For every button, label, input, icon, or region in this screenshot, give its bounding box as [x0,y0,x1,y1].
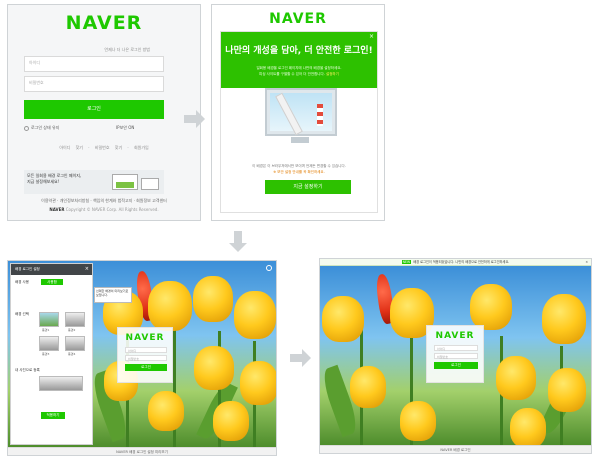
close-icon[interactable]: × [585,259,588,266]
background-thumb-1[interactable] [39,312,59,327]
account-links[interactable]: 아이디 찾기 · 비밀번호 찾기 · 회원가입 [8,145,200,151]
arrow-right-icon [290,349,311,367]
thumb-label-3: 풍경3 [42,352,50,356]
naver-logo: NAVER [125,333,165,343]
use-on-button[interactable]: 사용함 [41,279,63,285]
settings-icon[interactable] [266,265,272,271]
final-login-panel: NEW 배경 로그인이 적용되었습니다. 나만의 배경으로 안전하게 로그인하세… [319,258,592,454]
notice-bar: NEW 배경 로그인이 적용되었습니다. 나만의 배경으로 안전하게 로그인하세… [320,259,591,266]
popup-subtext-2: 피싱 사이트를 구별할 수 있어 더 안전합니다. 설정하기 [221,72,377,77]
close-icon[interactable]: × [369,33,374,40]
thumb-label-1: 풍경1 [42,328,50,332]
popup-warning: ※ 보안 설정 안내를 꼭 확인하세요. [273,170,325,174]
background-thumb-2[interactable] [65,312,85,327]
keep-login-label: 로그인 상태 유지 [31,125,60,130]
upload-photo-slot[interactable] [39,376,83,391]
thumb-label-2: 풍경2 [68,328,76,332]
banner-line2: 지금 설정해보세요! [27,179,60,184]
apply-button[interactable]: 적용하기 [41,412,65,419]
footer-copyright: NAVER Copyright © NAVER Corp. All Rights… [8,207,200,212]
banner-text: 모든 일회용 배경 로그인 페이지, 지금 설정해보세요! [27,173,81,185]
id-input[interactable]: 아이디 [24,56,164,72]
background-settings-panel: 배경 로그인 설정 × 배경 사용 사용함 배경 선택 풍경1 풍경2 풍경3 … [7,260,277,456]
setup-now-button[interactable]: 지금 설정하기 [265,180,351,194]
section-select-label: 배경 선택 [15,312,29,316]
thumb-label-4: 풍경4 [68,352,76,356]
naver-logo: NAVER [269,11,327,27]
monitor-illustration-icon [265,88,337,136]
footer-brand: NAVER [49,207,65,212]
status-bar: NAVER 배경 로그인 [320,445,591,453]
popup-subtext-1: 일회용 배경을 로그인 페이지에 나만의 배경을 설정하세요. [256,66,342,70]
background-login-banner[interactable]: 모든 일회용 배경 로그인 페이지, 지금 설정해보세요! [24,170,164,194]
tablet-illustration-icon [141,178,159,190]
promo-popup: × 나만의 개성을 담아, 더 안전한 로그인! 일회용 배경을 로그인 페이지… [220,31,378,213]
popup-setting-link[interactable]: 설정하기 [326,72,339,76]
naver-logo: NAVER [65,12,143,34]
popup-headline: 나만의 개성을 담아, 더 안전한 로그인! [225,46,373,56]
card-id-input[interactable]: 아이디 [125,347,167,353]
login-button[interactable]: 로그인 [24,100,164,119]
section-use-label: 배경 사용 [15,280,29,284]
login-card: NAVER 아이디 비밀번호 로그인 [117,327,173,383]
banner-line1: 모든 일회용 배경 로그인 페이지, [27,173,82,178]
keep-login-checkbox[interactable]: 로그인 상태 유지 [24,125,59,131]
arrow-right-icon [184,110,205,128]
checkbox-icon [24,125,29,131]
popup-header: × 나만의 개성을 담아, 더 안전한 로그인! 일회용 배경을 로그인 페이지… [221,32,377,88]
login-card: NAVER 아이디 비밀번호 로그인 [426,325,484,383]
footer-links[interactable]: 이용약관 · 개인정보처리방침 · 책임의 한계와 법적고지 · 회원정보 고객… [8,198,200,204]
popup-panel: NAVER × 나만의 개성을 담아, 더 안전한 로그인! 일회용 배경을 로… [211,4,385,221]
monitor-stand [291,137,309,143]
background-thumb-3[interactable] [39,336,59,351]
popup-note: 이 배경은 이 브라우저에서만 보이며 언제든 변경할 수 있습니다. [252,164,346,168]
background-thumb-4[interactable] [65,336,85,351]
preview-tooltip: 선택한 배경이 미리보기로 보입니다. [94,287,132,303]
status-bar: NAVER 배경 로그인 설정 미리보기 [8,447,276,455]
popup-subtext-2-text: 피싱 사이트를 구별할 수 있어 더 안전합니다. [259,72,325,76]
card-password-input[interactable]: 비밀번호 [125,355,167,361]
ip-security-toggle[interactable]: IP보안 ON [116,125,134,131]
close-icon[interactable]: × [85,266,89,272]
footer-copy-text: Copyright © NAVER Corp. All Rights Reser… [65,207,159,212]
settings-sidebar: 배경 로그인 설정 × 배경 사용 사용함 배경 선택 풍경1 풍경2 풍경3 … [10,263,93,445]
lighthouse-icon [317,104,323,126]
card-login-button[interactable]: 로그인 [434,362,478,369]
naver-logo: NAVER [435,331,475,341]
section-upload-label: 내 사진으로 등록 [15,368,40,372]
notice-text: 배경 로그인이 적용되었습니다. 나만의 배경으로 안전하게 로그인하세요. [413,260,510,264]
card-id-input[interactable]: 아이디 [434,345,478,351]
login-helper-link[interactable]: 언제나 더 나은 로그인 방법 [104,47,150,53]
password-input[interactable]: 비밀번호 [24,76,164,92]
card-login-button[interactable]: 로그인 [125,364,167,371]
new-badge: NEW [401,260,412,264]
card-password-input[interactable]: 비밀번호 [434,353,478,359]
arrow-down-icon [229,231,247,252]
monitor-illustration-icon [112,174,138,190]
sidebar-title: 배경 로그인 설정 [11,264,92,275]
login-page-panel: NAVER 언제나 더 나은 로그인 방법 아이디 비밀번호 로그인 로그인 상… [7,4,201,221]
